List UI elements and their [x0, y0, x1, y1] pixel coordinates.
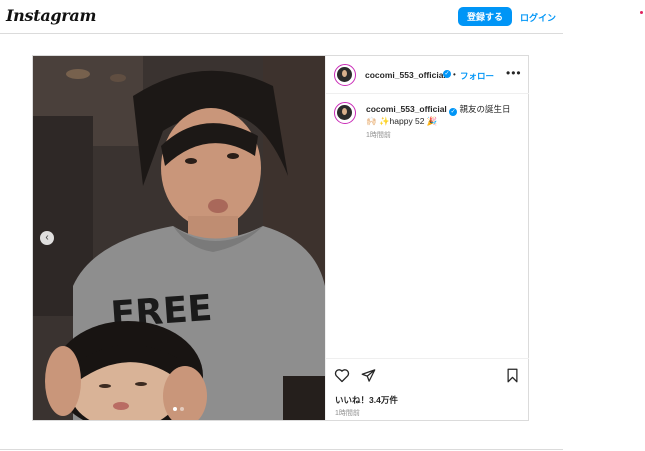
- chevron-left-icon[interactable]: ‹: [40, 231, 54, 245]
- heart-icon[interactable]: [334, 368, 350, 383]
- caption-text: 親友の誕生日: [459, 104, 511, 114]
- bookmark-icon[interactable]: [506, 368, 519, 383]
- likes-count[interactable]: いいね！3.4万件: [335, 394, 398, 406]
- post-card: FREE ‹ cocomi_553_official ✓ • フォロー •••: [32, 55, 529, 421]
- caption-line-2: ✨happy 52 🎉: [378, 116, 438, 126]
- more-options-icon[interactable]: •••: [506, 66, 522, 80]
- avatar[interactable]: [334, 64, 356, 86]
- top-navbar: Instagram 登録する ログイン: [0, 0, 563, 34]
- sparkle-hands-emoji: 🙌🏻: [366, 116, 379, 126]
- post-actions: いいね！3.4万件 1時間前: [326, 358, 529, 420]
- instagram-logo[interactable]: Instagram: [6, 6, 96, 25]
- verified-badge-icon: ✓: [443, 70, 451, 78]
- follow-button[interactable]: フォロー: [460, 70, 494, 82]
- post-photo[interactable]: FREE ‹: [33, 56, 325, 420]
- post-sidebar: cocomi_553_official ✓ • フォロー ••• cocomi_…: [325, 56, 529, 420]
- carousel-dots: [173, 407, 184, 411]
- post-author-username[interactable]: cocomi_553_official: [365, 70, 446, 80]
- carousel-dot: [180, 407, 184, 411]
- post-caption: cocomi_553_official ✓ 親友の誕生日 🙌🏻 ✨happy 5…: [366, 103, 521, 127]
- caption-timestamp: 1時間前: [366, 132, 391, 139]
- notification-dot: [640, 11, 643, 14]
- post-header: cocomi_553_official ✓ • フォロー •••: [326, 56, 529, 94]
- photo-illustration: FREE: [33, 56, 325, 420]
- separator-dot: •: [453, 70, 456, 79]
- register-button[interactable]: 登録する: [458, 7, 512, 26]
- divider: [0, 449, 563, 450]
- post-timestamp: 1時間前: [335, 410, 360, 417]
- carousel-dot-active: [173, 407, 177, 411]
- verified-badge-icon: ✓: [449, 108, 458, 116]
- send-icon[interactable]: [361, 368, 376, 383]
- login-link[interactable]: ログイン: [520, 11, 556, 24]
- caption-avatar[interactable]: [334, 102, 356, 124]
- caption-username[interactable]: cocomi_553_official: [366, 104, 447, 114]
